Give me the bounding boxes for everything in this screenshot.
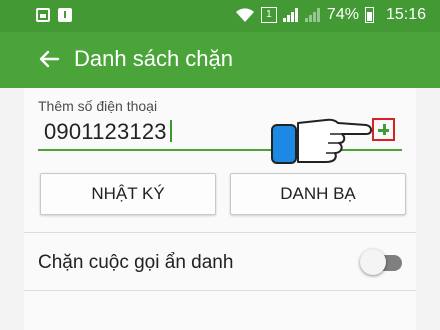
system-icons: 1 74% 15:16 xyxy=(235,6,426,24)
wifi-icon xyxy=(235,8,254,22)
page-title: Danh sách chặn xyxy=(74,46,233,71)
block-list-panel: Thêm số điện thoại 0901123123 NHẬT KÝ DA… xyxy=(24,88,416,330)
signal-icon-secondary xyxy=(304,8,321,22)
phone-number-value: 0901123123 xyxy=(44,119,167,144)
toggle-thumb[interactable] xyxy=(360,249,386,275)
app-bar: Danh sách chặn xyxy=(0,32,440,88)
clock: 15:16 xyxy=(385,6,426,23)
battery-percent: 74% xyxy=(326,6,359,23)
call-log-button[interactable]: NHẬT KÝ xyxy=(40,173,216,215)
divider xyxy=(24,232,416,233)
battery-icon xyxy=(364,7,374,23)
divider xyxy=(24,290,416,291)
phone-number-input[interactable]: 0901123123 xyxy=(44,119,172,145)
add-number-button[interactable] xyxy=(372,118,395,141)
sim-icon: 1 xyxy=(260,7,277,23)
phone-field-label: Thêm số điện thoại xyxy=(38,98,158,114)
arrow-left-icon[interactable] xyxy=(38,48,60,70)
anonymous-block-label: Chặn cuộc gọi ẩn danh xyxy=(38,252,234,273)
pointing-hand-icon xyxy=(271,118,372,164)
text-caret xyxy=(169,120,172,142)
image-icon xyxy=(36,8,50,22)
notification-icons xyxy=(36,8,72,22)
status-bar: 1 74% 15:16 xyxy=(0,0,440,32)
signal-icon xyxy=(282,8,299,22)
contacts-button[interactable]: DANH BẠ xyxy=(230,173,406,215)
calendar-icon xyxy=(58,8,72,22)
